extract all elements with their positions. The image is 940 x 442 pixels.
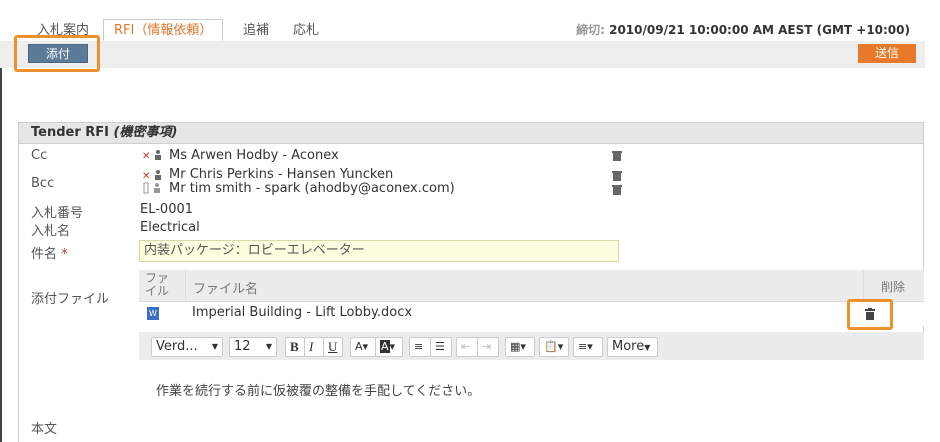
- trash-icon[interactable]: [612, 170, 622, 181]
- body-text: 作業を続行する前に仮被覆の整備を手配してください。: [156, 384, 481, 399]
- align-icon[interactable]: ≡▾: [573, 337, 603, 357]
- highlight-color-icon[interactable]: A▾: [375, 337, 403, 357]
- body-editor[interactable]: 作業を続行する前に仮被覆の整備を手配してください。: [139, 360, 924, 442]
- panel-title-text: Tender RFI: [31, 125, 109, 140]
- bcc-recipient: Mr tim smith - spark (ahodby@aconex.com): [169, 181, 455, 196]
- user-icon: [142, 182, 164, 197]
- deadline-value: 2010/09/21 10:00:00 AM AEST (GMT +10:00): [609, 23, 910, 37]
- delete-attachment-icon[interactable]: [865, 308, 875, 320]
- bold-button[interactable]: B: [285, 337, 305, 357]
- panel-title-suffix: (機密事項): [113, 125, 178, 140]
- numbered-list-icon[interactable]: ≡: [409, 337, 431, 357]
- svg-text:✕: ✕: [142, 171, 150, 181]
- underline-button[interactable]: U: [323, 337, 343, 357]
- col-delete: 削除: [881, 280, 906, 294]
- subject-input[interactable]: 内装パッケージ：ロビーエレベーター: [139, 240, 619, 262]
- cc-recipient: Ms Arwen Hodby - Aconex: [169, 148, 339, 163]
- bcc-label: Bcc: [31, 176, 55, 191]
- tab-addenda[interactable]: 追補: [243, 20, 269, 42]
- font-family-select[interactable]: Verd... ▼: [151, 337, 223, 357]
- tender-name-label: 入札名: [31, 224, 71, 239]
- tab-rfi[interactable]: RFI（情報依頼）: [103, 19, 224, 41]
- tender-no-value: EL-0001: [140, 202, 194, 217]
- attachments-header: ファイル ファイル名 削除: [139, 270, 924, 302]
- paste-icon[interactable]: 📋▾: [539, 337, 569, 357]
- deadline: 締切: 2010/09/21 10:00:00 AM AEST (GMT +10…: [576, 21, 910, 38]
- subject-label: 件名 *: [31, 243, 68, 262]
- font-size-value: 12: [234, 339, 251, 354]
- trash-icon[interactable]: [612, 150, 622, 161]
- tender-no-label: 入札番号: [31, 206, 84, 221]
- col-file-type: ファイル: [145, 271, 170, 298]
- attach-button[interactable]: 添付: [28, 44, 88, 63]
- outdent-icon[interactable]: ⇤: [456, 337, 478, 357]
- trash-icon[interactable]: [612, 184, 622, 195]
- italic-button[interactable]: I: [304, 337, 324, 357]
- more-label: More: [612, 339, 645, 354]
- col-file-name: ファイル名: [193, 282, 259, 297]
- text-color-icon[interactable]: A▾: [350, 337, 376, 357]
- attachments-label: 添付ファイル: [31, 292, 110, 307]
- font-family-value: Verd...: [156, 339, 198, 354]
- indent-icon[interactable]: ⇥: [477, 337, 499, 357]
- bcc-recipient: Mr Chris Perkins - Hansen Yuncken: [169, 167, 394, 182]
- attachment-row: W Imperial Building - Lift Lobby.docx: [139, 302, 924, 326]
- more-button[interactable]: More▼: [607, 337, 658, 357]
- required-mark: *: [61, 247, 68, 262]
- left-divider: [0, 68, 2, 442]
- chevron-down-icon: ▼: [265, 342, 272, 351]
- bullet-list-icon[interactable]: ☰: [430, 337, 452, 357]
- word-doc-icon: W: [147, 307, 159, 320]
- cc-label: Cc: [31, 148, 48, 163]
- table-icon[interactable]: ▦▾: [505, 337, 535, 357]
- tab-submission[interactable]: 応札: [293, 20, 319, 42]
- col-divider: [185, 270, 186, 302]
- chevron-down-icon: ▼: [211, 342, 218, 351]
- panel-title: Tender RFI (機密事項): [18, 122, 924, 144]
- attachment-name[interactable]: Imperial Building - Lift Lobby.docx: [192, 305, 412, 320]
- subject-label-text: 件名: [31, 247, 58, 262]
- user-group-icon: ✕: [142, 149, 164, 164]
- svg-text:✕: ✕: [142, 151, 150, 161]
- font-size-select[interactable]: 12 ▼: [229, 337, 277, 357]
- deadline-label: 締切:: [576, 23, 605, 37]
- chevron-down-icon: ▼: [644, 343, 651, 352]
- body-label: 本文: [31, 422, 58, 437]
- send-button[interactable]: 送信: [858, 44, 916, 63]
- action-toolbar: [0, 41, 925, 68]
- tender-name-value: Electrical: [140, 220, 200, 235]
- col-divider: [863, 270, 864, 302]
